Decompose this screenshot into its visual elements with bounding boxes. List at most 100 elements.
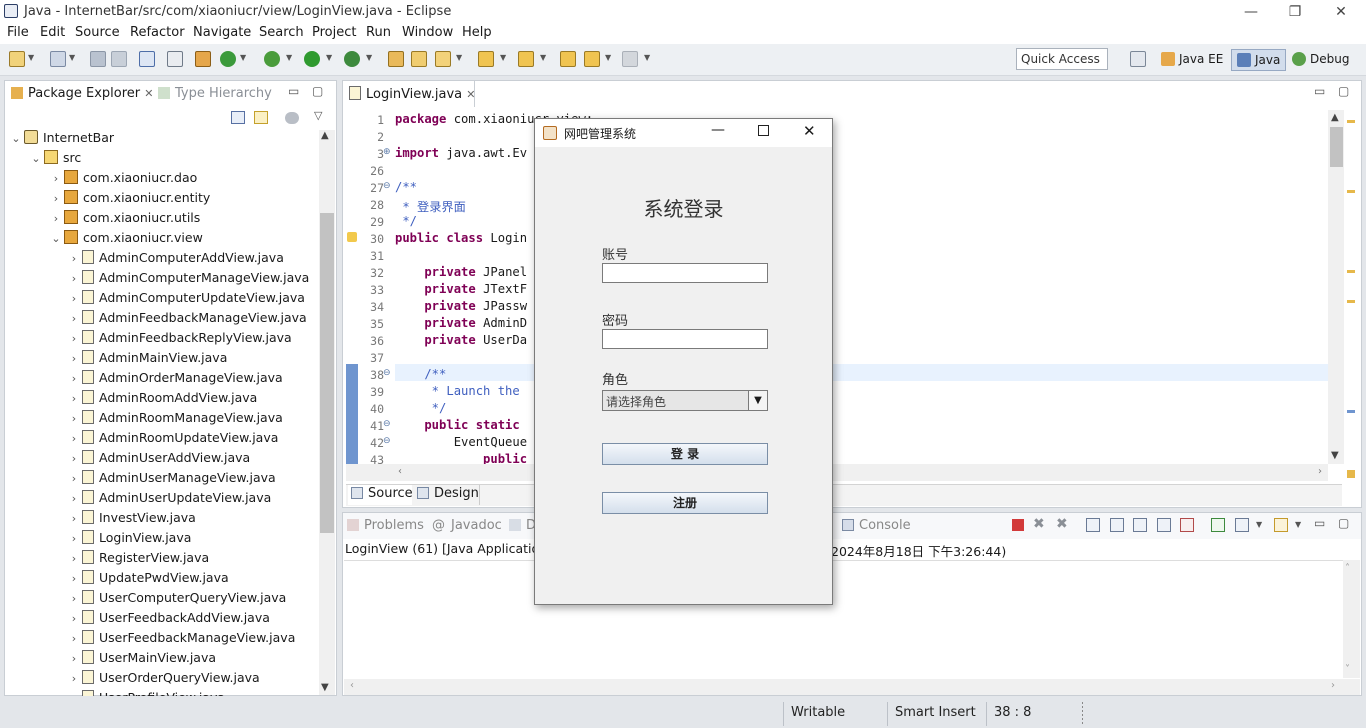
- account-input[interactable]: [602, 263, 768, 283]
- tree-java-file[interactable]: › AdminUserAddView.java: [66, 448, 250, 468]
- open-folder-icon[interactable]: [411, 51, 427, 67]
- scroll-right-icon[interactable]: ›: [1331, 680, 1335, 691]
- refresh-icon[interactable]: [220, 51, 236, 67]
- menu-edit[interactable]: Edit: [40, 25, 65, 40]
- tree-java-file[interactable]: › AdminUserUpdateView.java: [66, 488, 271, 508]
- collapse-icon[interactable]: ⊖: [383, 419, 391, 429]
- tree-project[interactable]: ⌄ InternetBar: [8, 128, 114, 148]
- menu-file[interactable]: File: [7, 25, 29, 40]
- tree-java-file[interactable]: › AdminFeedbackManageView.java: [66, 308, 307, 328]
- tree-java-file[interactable]: › UserOrderQueryView.java: [66, 668, 260, 688]
- maximize-view-icon[interactable]: ▢: [1338, 516, 1349, 530]
- chevron-right-icon[interactable]: ›: [66, 249, 82, 269]
- chevron-right-icon[interactable]: ›: [66, 289, 82, 309]
- tree-java-file[interactable]: › UpdatePwdView.java: [66, 568, 229, 588]
- overview-marker[interactable]: [1347, 190, 1355, 193]
- scroll-up-icon[interactable]: ˄: [1345, 563, 1350, 574]
- tree-java-file[interactable]: › AdminRoomUpdateView.java: [66, 428, 278, 448]
- save-all-icon[interactable]: [111, 51, 127, 67]
- dialog-maximize-button[interactable]: [758, 125, 769, 136]
- overview-marker[interactable]: [1347, 300, 1355, 303]
- tree-package[interactable]: › com.xiaoniucr.utils: [48, 208, 200, 228]
- chevron-down-icon[interactable]: ▼: [326, 53, 332, 62]
- chevron-down-icon[interactable]: ▼: [366, 53, 372, 62]
- maximize-view-icon[interactable]: ▢: [312, 84, 323, 98]
- show-stdout-icon[interactable]: [1157, 518, 1171, 532]
- tree-package[interactable]: ⌄ com.xiaoniucr.view: [48, 228, 203, 248]
- collapse-icon[interactable]: ⊖: [383, 436, 391, 446]
- close-icon[interactable]: ✕: [466, 88, 475, 101]
- overview-warning-icon[interactable]: [1347, 470, 1355, 478]
- scroll-lock-icon[interactable]: [1110, 518, 1124, 532]
- pencil-icon[interactable]: [435, 51, 451, 67]
- menu-refactor[interactable]: Refactor: [130, 25, 185, 40]
- tree-java-file[interactable]: ›UserProfileView.java: [66, 688, 225, 696]
- chevron-right-icon[interactable]: ›: [66, 649, 82, 669]
- tree-java-file[interactable]: › AdminUserManageView.java: [66, 468, 276, 488]
- save-icon[interactable]: [90, 51, 106, 67]
- tree-java-file[interactable]: › AdminRoomAddView.java: [66, 388, 257, 408]
- perspective-java[interactable]: Java: [1231, 49, 1287, 71]
- tree-java-file[interactable]: › AdminFeedbackReplyView.java: [66, 328, 292, 348]
- scroll-right-icon[interactable]: ›: [1318, 466, 1322, 477]
- close-icon[interactable]: ✕: [144, 87, 153, 100]
- editor-hscrollbar[interactable]: [346, 464, 1328, 481]
- chevron-down-icon[interactable]: ▼: [240, 53, 246, 62]
- tree-java-file[interactable]: › UserMainView.java: [66, 648, 216, 668]
- dialog-minimize-button[interactable]: —: [711, 122, 725, 138]
- scroll-down-icon[interactable]: ˅: [1345, 664, 1350, 675]
- back-icon[interactable]: [584, 51, 600, 67]
- chevron-right-icon[interactable]: ›: [66, 669, 82, 689]
- tree-java-file[interactable]: › AdminMainView.java: [66, 348, 227, 368]
- tab-loginview[interactable]: LoginView.java ✕: [343, 81, 475, 107]
- menu-help[interactable]: Help: [462, 25, 492, 40]
- menu-source[interactable]: Source: [75, 25, 120, 40]
- role-select[interactable]: 请选择角色: [602, 390, 768, 411]
- chevron-right-icon[interactable]: ›: [66, 589, 82, 609]
- register-button[interactable]: 注册: [602, 492, 768, 514]
- chevron-right-icon[interactable]: ›: [66, 309, 82, 329]
- new-icon[interactable]: [9, 51, 25, 67]
- display-console-icon[interactable]: [1235, 518, 1249, 532]
- tab-problems[interactable]: Problems: [347, 518, 424, 533]
- chevron-right-icon[interactable]: ›: [66, 569, 82, 589]
- tree-java-file[interactable]: › UserFeedbackAddView.java: [66, 608, 270, 628]
- perspective-debug[interactable]: Debug: [1287, 49, 1354, 71]
- tab-type-hierarchy[interactable]: Type Hierarchy: [158, 86, 272, 101]
- minimize-view-icon[interactable]: ▭: [1314, 84, 1325, 98]
- chevron-right-icon[interactable]: ›: [48, 209, 64, 229]
- chevron-down-icon[interactable]: ▽: [314, 109, 322, 122]
- new-wizard-icon[interactable]: [50, 51, 66, 67]
- open-console-icon[interactable]: [1274, 518, 1288, 532]
- minimize-view-icon[interactable]: ▭: [288, 84, 299, 98]
- chevron-down-icon[interactable]: ⌄: [48, 229, 64, 249]
- chevron-right-icon[interactable]: ›: [66, 349, 82, 369]
- chevron-right-icon[interactable]: ›: [48, 189, 64, 209]
- chevron-right-icon[interactable]: ›: [66, 489, 82, 509]
- chevron-right-icon[interactable]: ›: [66, 389, 82, 409]
- tree-java-file[interactable]: › AdminComputerUpdateView.java: [66, 288, 305, 308]
- chevron-right-icon[interactable]: ›: [66, 409, 82, 429]
- maximize-view-icon[interactable]: ▢: [1338, 84, 1349, 98]
- menu-project[interactable]: Project: [312, 25, 356, 40]
- scroll-left-icon[interactable]: ‹: [350, 680, 354, 691]
- chevron-right-icon[interactable]: ›: [66, 509, 82, 529]
- scroll-up-icon[interactable]: ▲: [1331, 112, 1339, 123]
- quick-access-input[interactable]: Quick Access: [1016, 48, 1108, 70]
- chevron-right-icon[interactable]: ›: [66, 529, 82, 549]
- tree-java-file[interactable]: › UserFeedbackManageView.java: [66, 628, 295, 648]
- chevron-down-icon[interactable]: ▼: [69, 53, 75, 62]
- console-icon[interactable]: [139, 51, 155, 67]
- remove-all-icon[interactable]: ✖: [1056, 516, 1068, 532]
- tree-java-file[interactable]: › AdminComputerAddView.java: [66, 248, 284, 268]
- coverage-icon[interactable]: [344, 51, 360, 67]
- chevron-down-icon[interactable]: ▼: [28, 53, 34, 62]
- open-type-icon[interactable]: [388, 51, 404, 67]
- tab-javadoc[interactable]: @ Javadoc: [432, 518, 502, 533]
- minimize-view-icon[interactable]: ▭: [1314, 516, 1325, 530]
- scrollbar-thumb[interactable]: [320, 213, 334, 533]
- chevron-right-icon[interactable]: ›: [66, 269, 82, 289]
- menu-navigate[interactable]: Navigate: [193, 25, 251, 40]
- chevron-right-icon[interactable]: ›: [66, 689, 82, 696]
- chevron-down-icon[interactable]: ▼: [644, 53, 650, 62]
